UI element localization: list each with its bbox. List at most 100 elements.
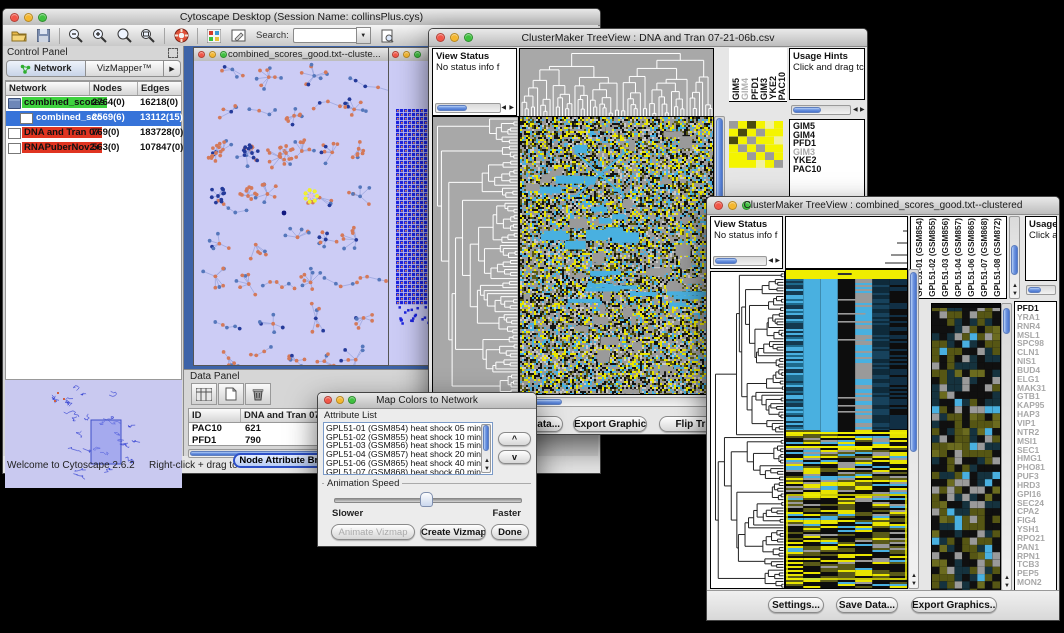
usage-hints-scrollbar-back[interactable] [791, 105, 851, 115]
column-label[interactable]: GPL51-08 (GSM872) [992, 218, 1005, 297]
scroll-up-arrow[interactable]: ▲ [1012, 283, 1018, 289]
dialog-titlebar[interactable]: Map Colors to Network [318, 393, 536, 409]
speed-slider-thumb[interactable] [420, 492, 433, 507]
attribute-listbox[interactable]: GPL51-01 (GSM854) heat shock 05 minGPL51… [323, 422, 493, 475]
scroll-right-arrow[interactable]: ▶ [509, 105, 514, 111]
gene-label[interactable]: MON2 [1017, 578, 1054, 587]
scroll-down-arrow[interactable]: ▼ [1004, 583, 1010, 589]
usage-hints-scrollbar-front[interactable] [1026, 285, 1056, 295]
minimize-button[interactable] [403, 51, 410, 58]
scroll-down-arrow[interactable]: ▼ [911, 581, 917, 587]
cytoscape-titlebar[interactable]: Cytoscape Desktop (Session Name: collins… [3, 9, 600, 26]
network-overview-panel[interactable] [5, 380, 182, 488]
close-button[interactable] [714, 201, 723, 210]
network-list-row[interactable]: RNAPuberNov2+563(0)107847(0) [6, 141, 181, 156]
minimize-button[interactable] [336, 396, 344, 404]
minimize-button[interactable] [24, 13, 33, 22]
search-input[interactable] [293, 28, 356, 43]
heatmap-back[interactable] [519, 116, 714, 395]
annotation-icon[interactable] [227, 27, 249, 45]
create-vizmap-button[interactable]: Create Vizmap [420, 524, 486, 540]
float-panel-icon[interactable] [168, 48, 178, 58]
scroll-up-arrow[interactable]: ▲ [1004, 575, 1010, 581]
attribute-table-icon[interactable] [191, 383, 217, 405]
network-list-row[interactable]: DNA and Tran 07769(0)183728(0) [6, 126, 181, 141]
column-label[interactable]: GIM5 [731, 78, 740, 100]
tab-network[interactable]: Network [6, 60, 86, 77]
open-file-icon[interactable] [8, 27, 30, 45]
zoom-out-icon[interactable] [65, 27, 87, 45]
done-button[interactable]: Done [491, 524, 529, 540]
view-status-scrollbar[interactable] [435, 103, 501, 113]
row-dendrogram-back[interactable] [432, 116, 519, 395]
scroll-right-arrow[interactable]: ▶ [860, 107, 865, 113]
row-dendrogram-front[interactable] [710, 271, 785, 589]
column-label[interactable]: GIM4 [740, 78, 749, 100]
scroll-up-arrow[interactable]: ▲ [911, 573, 917, 579]
cluster-similarity-matrix[interactable] [729, 121, 783, 168]
heatmap-hscroll-back[interactable] [519, 397, 714, 407]
column-label[interactable]: GPL51-02 (GSM855) [927, 218, 940, 297]
column-label[interactable]: GPL51-03 (GSM856) [940, 218, 953, 297]
column-label[interactable]: PFD1 [750, 77, 759, 100]
column-dendrogram-back[interactable] [519, 48, 714, 118]
scroll-up-arrow[interactable]: ▲ [484, 458, 490, 464]
attribute-list-item[interactable]: GPL51-07 (GSM868) heat shock 60 min [326, 468, 490, 475]
move-down-button[interactable]: v [498, 450, 531, 464]
gene-label[interactable]: PAC10 [793, 165, 861, 174]
minimize-button[interactable] [728, 201, 737, 210]
attribute-list-scrollbar[interactable]: ▲ ▼ [481, 424, 491, 473]
move-up-button[interactable]: ^ [498, 432, 531, 446]
export-graphics-button[interactable]: Export Graphics... [911, 597, 997, 613]
network-view[interactable] [194, 61, 388, 365]
minimize-button[interactable] [209, 51, 216, 58]
close-button[interactable] [324, 396, 332, 404]
heatmap-front[interactable] [785, 269, 908, 589]
zoom-button[interactable] [220, 51, 227, 58]
column-label[interactable]: GPL51-06 (GSM865) [966, 218, 979, 297]
scroll-left-arrow[interactable]: ◀ [853, 107, 858, 113]
help-lifesaver-icon[interactable] [170, 27, 192, 45]
network-list-row[interactable]: combined_scores2764(0)16218(0) [6, 96, 181, 111]
minimize-button[interactable] [450, 33, 459, 42]
scroll-left-arrow[interactable]: ◀ [768, 258, 773, 264]
zoom-heatmap-scrollbar[interactable]: ▲ ▼ [1001, 303, 1012, 591]
search-config-icon[interactable] [377, 27, 399, 45]
export-graphics-button[interactable]: Export Graphics... [573, 416, 647, 432]
zoom-fit-icon[interactable] [137, 27, 159, 45]
column-label[interactable]: PAC10 [777, 72, 786, 100]
treeview-back-titlebar[interactable]: ClusterMaker TreeView : DNA and Tran 07-… [429, 29, 867, 47]
save-icon[interactable] [32, 27, 54, 45]
column-label[interactable]: GPL51-07 (GSM868) [979, 218, 992, 297]
scroll-down-arrow[interactable]: ▼ [1012, 291, 1018, 297]
network-frame-1-titlebar[interactable]: combined_scores_good.txt--cluste... [194, 48, 388, 62]
heatmap-vscroll-front[interactable]: ▲ ▼ [908, 269, 919, 589]
close-button[interactable] [198, 51, 205, 58]
new-attribute-icon[interactable] [218, 383, 244, 405]
zoom-in-icon[interactable] [89, 27, 111, 45]
scroll-left-arrow[interactable]: ◀ [501, 105, 506, 111]
network-list-row[interactable]: combined_sco2569(6)13112(15) [6, 111, 181, 126]
delete-attribute-icon[interactable] [245, 383, 271, 405]
settings-button[interactable]: Settings... [768, 597, 824, 613]
scroll-right-arrow[interactable]: ▶ [775, 258, 780, 264]
close-button[interactable] [436, 33, 445, 42]
vizmapper-icon[interactable] [203, 27, 225, 45]
treeview-front-titlebar[interactable]: ClusterMaker TreeView : combined_scores_… [707, 197, 1059, 215]
column-label[interactable]: GIM3 [759, 78, 768, 100]
column-labels-scrollbar[interactable]: ▲ ▼ [1009, 216, 1020, 299]
view-status-scrollbar[interactable] [713, 256, 767, 266]
zoom-selected-icon[interactable] [113, 27, 135, 45]
tab-vizmapper[interactable]: VizMapper™ [86, 60, 165, 77]
save-data-button[interactable]: Save Data... [836, 597, 898, 613]
zoom-heatmap-front[interactable] [931, 303, 1001, 591]
scroll-down-arrow[interactable]: ▼ [484, 466, 490, 472]
search-dropdown-arrow[interactable]: ▼ [356, 27, 371, 44]
close-button[interactable] [392, 51, 399, 58]
column-dendrogram-front[interactable] [785, 216, 908, 269]
close-button[interactable] [10, 13, 19, 22]
column-label[interactable]: GPL51-04 (GSM857) [953, 218, 966, 297]
tab-overflow-arrow[interactable]: ▶ [164, 60, 181, 77]
animate-vizmap-button[interactable]: Animate Vizmap [331, 524, 415, 540]
zoom-button[interactable] [414, 51, 421, 58]
